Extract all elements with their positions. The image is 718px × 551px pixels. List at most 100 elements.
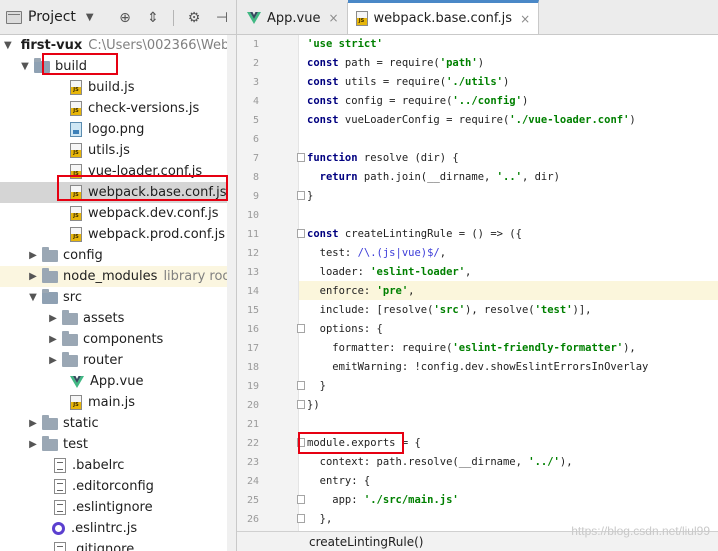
fold-marker[interactable] — [297, 495, 305, 504]
tree-item-label: .gitignore — [72, 542, 135, 551]
code-line[interactable]: loader: 'eslint-loader', — [307, 263, 472, 282]
tree-item-webpack-dev-conf-js[interactable]: webpack.dev.conf.js — [0, 203, 236, 224]
tree-item-build-js[interactable]: build.js — [0, 77, 236, 98]
code-line[interactable]: const utils = require('./utils') — [307, 73, 509, 92]
line-number: 21 — [246, 419, 259, 430]
chevron-down-icon[interactable]: ▼ — [28, 292, 38, 303]
code-line[interactable]: } — [307, 377, 326, 396]
code-line[interactable]: } — [307, 187, 313, 206]
chevron-right-icon[interactable]: ▶ — [28, 271, 38, 282]
tree-item-app-vue[interactable]: App.vue — [0, 371, 236, 392]
tree-item-src[interactable]: ▼ src — [0, 287, 236, 308]
chevron-down-icon[interactable]: ▼ — [4, 40, 12, 51]
tree-item-router[interactable]: ▶ router — [0, 350, 236, 371]
line-number: 5 — [252, 115, 259, 126]
fold-marker[interactable] — [297, 381, 305, 390]
tree-item-babelrc[interactable]: .babelrc — [0, 455, 236, 476]
line-number: 11 — [246, 229, 259, 240]
tree-item-gitignore[interactable]: .gitignore — [0, 539, 236, 551]
config-file-icon — [54, 542, 66, 551]
tree-item-config[interactable]: ▶ config — [0, 245, 236, 266]
tree-item-assets[interactable]: ▶ assets — [0, 308, 236, 329]
project-scrollbar[interactable] — [227, 35, 236, 551]
tree-item-eslintignore[interactable]: .eslintignore — [0, 497, 236, 518]
chevron-right-icon[interactable]: ▶ — [28, 250, 38, 261]
js-file-icon — [355, 11, 368, 26]
highlight-box-module-exports — [298, 432, 404, 454]
code-line[interactable]: }) — [307, 396, 320, 415]
fold-marker[interactable] — [297, 400, 305, 409]
close-icon[interactable]: × — [520, 12, 530, 26]
tree-item-label: webpack.dev.conf.js — [88, 206, 219, 221]
gear-icon[interactable]: ⚙ — [186, 10, 202, 26]
collapse-icon[interactable]: ⊣ — [214, 10, 230, 26]
code-line[interactable]: const createLintingRule = () => ({ — [307, 225, 522, 244]
code-line[interactable]: function resolve (dir) { — [307, 149, 459, 168]
js-file-icon — [70, 101, 82, 116]
code-line[interactable]: app: './src/main.js' — [307, 491, 458, 510]
breadcrumb[interactable]: createLintingRule() — [309, 535, 423, 549]
line-number: 14 — [246, 286, 259, 297]
config-file-icon — [54, 458, 66, 473]
fold-marker[interactable] — [297, 229, 305, 238]
tree-item-main-js[interactable]: main.js — [0, 392, 236, 413]
tree-item-check-versions-js[interactable]: check-versions.js — [0, 98, 236, 119]
fold-marker[interactable] — [297, 153, 305, 162]
tree-item-test[interactable]: ▶ test — [0, 434, 236, 455]
tree-item-components[interactable]: ▶ components — [0, 329, 236, 350]
line-number: 2 — [252, 58, 259, 69]
tree-item-build[interactable]: ▼ build — [0, 56, 236, 77]
code-line[interactable]: test: /\.(js|vue)$/, — [307, 244, 446, 263]
tree-item-eslintrc-js[interactable]: .eslintrc.js — [0, 518, 236, 539]
tree-item-editorconfig[interactable]: .editorconfig — [0, 476, 236, 497]
code-line[interactable]: const config = require('../config') — [307, 92, 528, 111]
close-icon[interactable]: × — [328, 11, 338, 25]
tab-webpack-base-conf-js[interactable]: webpack.base.conf.js × — [347, 0, 540, 34]
project-title[interactable]: Project — [28, 9, 76, 25]
tree-item-label: .editorconfig — [72, 479, 154, 494]
line-number: 23 — [246, 457, 259, 468]
js-file-icon — [70, 227, 82, 242]
line-number: 4 — [252, 96, 259, 107]
chevron-right-icon[interactable]: ▶ — [48, 313, 58, 324]
line-number: 17 — [246, 343, 259, 354]
chevron-down-icon[interactable]: ▼ — [20, 61, 30, 72]
tab-app-vue[interactable]: App.vue × — [239, 2, 348, 34]
tree-item-label: .eslintrc.js — [71, 521, 138, 536]
chevron-right-icon[interactable]: ▶ — [28, 439, 38, 450]
tree-item-label: build.js — [88, 80, 135, 95]
fold-marker[interactable] — [297, 514, 305, 523]
tree-item-label: assets — [83, 311, 125, 326]
chevron-right-icon[interactable]: ▶ — [28, 418, 38, 429]
tree-item-webpack-prod-conf-js[interactable]: webpack.prod.conf.js — [0, 224, 236, 245]
tree-item-utils-js[interactable]: utils.js — [0, 140, 236, 161]
code-line[interactable]: include: [resolve('src'), resolve('test'… — [307, 301, 592, 320]
code-line[interactable]: 'use strict' — [307, 35, 383, 54]
chevron-right-icon[interactable]: ▶ — [48, 355, 58, 366]
code-line[interactable]: const path = require('path') — [307, 54, 484, 73]
tree-root[interactable]: ▼ first-vux C:\Users\002366\Webs — [0, 35, 236, 56]
fold-marker[interactable] — [297, 191, 305, 200]
target-icon[interactable]: ⊕ — [117, 10, 133, 26]
code-area[interactable]: 1 2 3 4 5 6 7 8 9 10 11 12 13 14 15 16 17 18 19 20 21 22 23 24 2… — [237, 35, 718, 531]
code-line[interactable]: const vueLoaderConfig = require('./vue-l… — [307, 111, 636, 130]
folder-icon — [42, 435, 58, 451]
code-line[interactable]: context: path.resolve(__dirname, '../'), — [307, 453, 573, 472]
code-line[interactable]: return path.join(__dirname, '..', dir) — [307, 168, 560, 187]
code-line[interactable]: enforce: 'pre', — [307, 282, 415, 301]
code-line[interactable]: emitWarning: !config.dev.showEslintError… — [307, 358, 648, 377]
tree-item-label: logo.png — [88, 122, 145, 137]
code-line[interactable]: }, — [307, 510, 333, 529]
split-icon[interactable]: ⇕ — [145, 10, 161, 26]
tree-item-node-modules[interactable]: ▶ node_modules library root — [0, 266, 236, 287]
code-line[interactable]: formatter: require('eslint-friendly-form… — [307, 339, 635, 358]
tree-item-static[interactable]: ▶ static — [0, 413, 236, 434]
tree-item-logo-png[interactable]: logo.png — [0, 119, 236, 140]
fold-marker[interactable] — [297, 324, 305, 333]
tree-item-label: config — [63, 248, 103, 263]
chevron-down-icon[interactable]: ▼ — [86, 12, 94, 23]
chevron-right-icon[interactable]: ▶ — [48, 334, 58, 345]
code-line[interactable]: entry: { — [307, 472, 371, 491]
code-line[interactable]: options: { — [307, 320, 383, 339]
line-number: 25 — [246, 495, 259, 506]
